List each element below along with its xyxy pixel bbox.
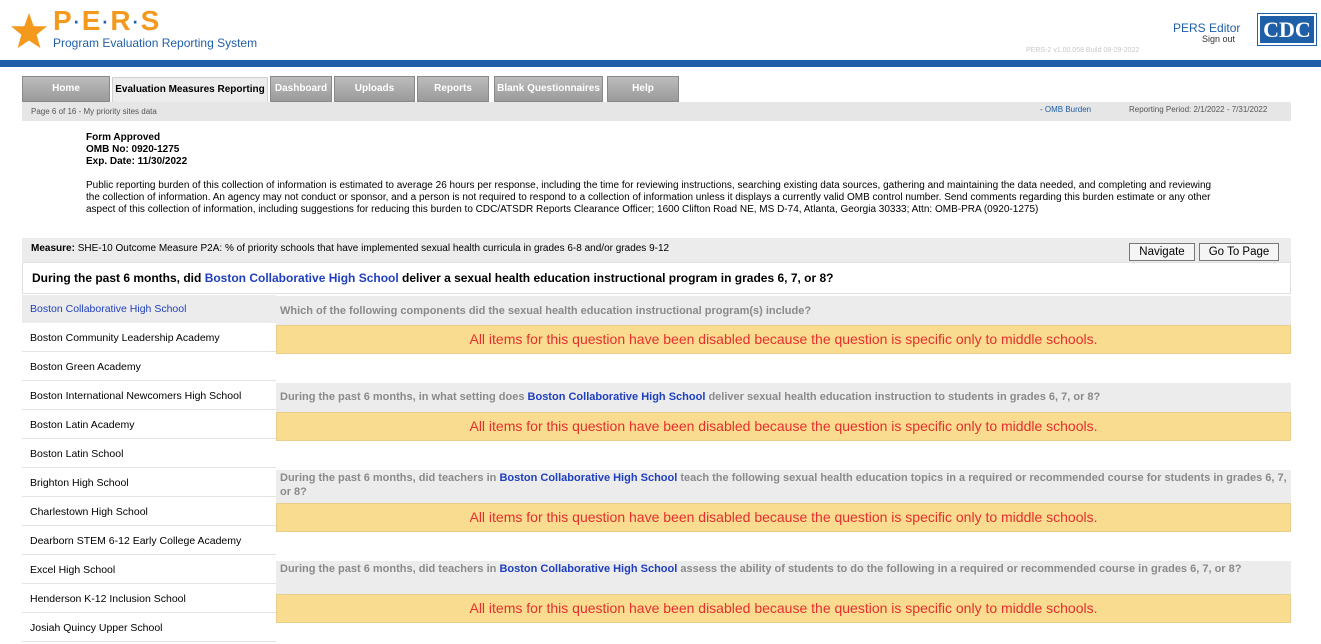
- omb-burden-link[interactable]: - OMB Burden: [1040, 105, 1091, 114]
- question-header: During the past 6 months, in what settin…: [276, 383, 1291, 412]
- form-approval-info: Form Approved OMB No: 0920-1275 Exp. Dat…: [86, 132, 187, 168]
- cdc-logo[interactable]: CDC: [1257, 13, 1317, 46]
- school-name-link[interactable]: Boston Collaborative High School: [528, 391, 706, 403]
- school-item[interactable]: Boston Community Leadership Academy: [22, 324, 276, 352]
- header-divider: [0, 60, 1321, 67]
- tab-evaluation-measures-reporting[interactable]: Evaluation Measures Reporting: [112, 77, 268, 103]
- disabled-notice: All items for this question have been di…: [276, 594, 1291, 623]
- school-item[interactable]: Dearborn STEM 6-12 Early College Academy: [22, 527, 276, 555]
- reporting-period: Reporting Period: 2/1/2022 - 7/31/2022: [1129, 105, 1268, 114]
- tab-home[interactable]: Home: [22, 76, 110, 102]
- omb-number: OMB No: 0920-1275: [86, 144, 180, 155]
- school-item[interactable]: Henderson K-12 Inclusion School: [22, 585, 276, 613]
- page-header: P·E·R·S Program Evaluation Reporting Sys…: [0, 0, 1321, 60]
- main-question: During the past 6 months, did Boston Col…: [22, 262, 1291, 294]
- school-item[interactable]: Excel High School: [22, 556, 276, 584]
- tab-help[interactable]: Help: [607, 76, 679, 102]
- school-item[interactable]: Josiah Quincy Upper School: [22, 614, 276, 642]
- disabled-notice: All items for this question have been di…: [276, 412, 1291, 441]
- disabled-notice: All items for this question have been di…: [276, 325, 1291, 354]
- school-name-link[interactable]: Boston Collaborative High School: [205, 271, 399, 285]
- school-name-link[interactable]: Boston Collaborative High School: [499, 563, 677, 575]
- version-info: PERS-2 v1.00.058 Build 08-29-2022: [1026, 47, 1140, 54]
- measure-label: Measure:: [31, 243, 75, 254]
- measure-text: SHE-10 Outcome Measure P2A: % of priorit…: [77, 243, 670, 254]
- question-header: During the past 6 months, did teachers i…: [276, 470, 1291, 503]
- school-item-active[interactable]: Boston Collaborative High School: [22, 295, 276, 323]
- form-approved-label: Form Approved: [86, 132, 161, 143]
- signout-link[interactable]: Sign out: [1202, 34, 1235, 44]
- school-item[interactable]: Charlestown High School: [22, 498, 276, 526]
- user-role-link[interactable]: PERS Editor: [1173, 21, 1240, 35]
- logo-subtitle: Program Evaluation Reporting System: [53, 36, 258, 50]
- go-to-page-button[interactable]: Go To Page: [1199, 243, 1279, 261]
- tab-reports[interactable]: Reports: [417, 76, 489, 102]
- burden-statement: Public reporting burden of this collecti…: [86, 180, 1212, 215]
- school-item[interactable]: Boston Latin School: [22, 440, 276, 468]
- tab-dashboard[interactable]: Dashboard: [270, 76, 332, 102]
- page-indicator: Page 6 of 16 - My priority sites data: [31, 107, 157, 116]
- school-name-link[interactable]: Boston Collaborative High School: [499, 472, 677, 484]
- school-item[interactable]: Boston Green Academy: [22, 353, 276, 381]
- school-item[interactable]: Boston International Newcomers High Scho…: [22, 382, 276, 410]
- expiration-date: Exp. Date: 11/30/2022: [86, 156, 188, 167]
- school-item[interactable]: Brighton High School: [22, 469, 276, 497]
- tab-blank-questionnaires[interactable]: Blank Questionnaires: [494, 76, 603, 102]
- pers-logo[interactable]: P·E·R·S: [53, 6, 161, 38]
- measure-bar: Measure: SHE-10 Outcome Measure P2A: % o…: [22, 238, 1291, 262]
- school-item[interactable]: Boston Latin Academy: [22, 411, 276, 439]
- page-info-bar: Page 6 of 16 - My priority sites data - …: [22, 102, 1291, 121]
- star-icon: [10, 12, 48, 49]
- disabled-notice: All items for this question have been di…: [276, 503, 1291, 532]
- navigate-button[interactable]: Navigate: [1129, 243, 1195, 261]
- question-header: Which of the following components did th…: [276, 296, 1291, 325]
- tab-uploads[interactable]: Uploads: [334, 76, 415, 102]
- question-header: During the past 6 months, did teachers i…: [276, 561, 1291, 594]
